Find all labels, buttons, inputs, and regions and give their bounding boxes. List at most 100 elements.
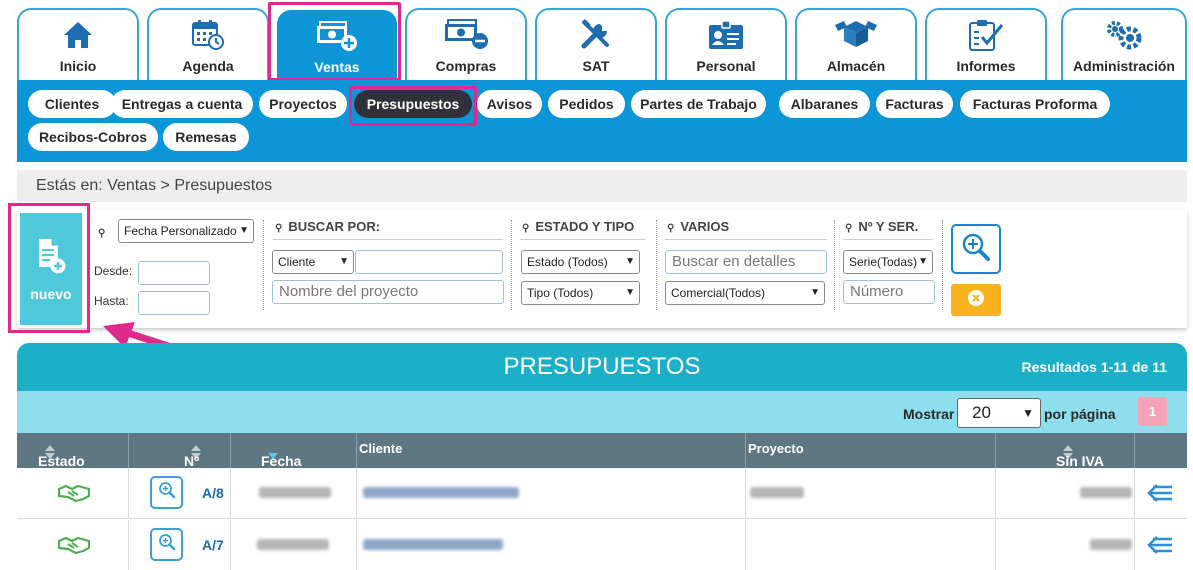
col-sin-iva[interactable]: Sin IVA [995, 433, 1134, 469]
date-range-select[interactable]: Fecha Personalizado ▼ [118, 219, 254, 243]
serie-select[interactable]: Serie(Todas) ▼ [843, 250, 933, 274]
subnav-clientes[interactable]: Clientes [28, 90, 116, 118]
tab-informes-label: Informes [956, 58, 1016, 74]
row-menu-arrow-icon[interactable] [1147, 534, 1173, 561]
row-cliente[interactable] [356, 520, 745, 570]
buscar-por-heading-text: BUSCAR POR: [288, 219, 381, 234]
search-button[interactable] [951, 224, 1001, 274]
filters-panel: nuevo ⚲ Fecha Personalizado ▼ Desde: Hast… [17, 210, 1187, 328]
subnav-albaranes[interactable]: Albaranes [779, 90, 870, 118]
col-actions [1134, 433, 1187, 468]
heading-underline [273, 239, 503, 240]
handshake-icon [57, 483, 91, 508]
col-numero[interactable]: Nº [128, 433, 230, 469]
tab-almacen[interactable]: Almacén [795, 8, 917, 80]
nyser-heading-text: Nº Y SER. [858, 219, 919, 234]
money-plus-icon [315, 20, 359, 58]
clear-filters-button[interactable] [951, 284, 1001, 316]
tab-ventas[interactable]: Ventas [277, 10, 397, 80]
subnav-avisos[interactable]: Avisos [477, 90, 542, 118]
view-button[interactable] [150, 476, 183, 509]
id-card-icon [708, 19, 744, 55]
search-icon: ⚲ [522, 223, 530, 234]
tipo-select-value: Tipo (Todos) [527, 286, 594, 300]
row-cliente[interactable] [356, 468, 745, 519]
buscar-por-heading: ⚲ BUSCAR POR: [275, 219, 380, 234]
desde-label: Desde: [94, 264, 133, 278]
col-estado-label: Estado [38, 453, 85, 469]
tab-personal[interactable]: Personal [665, 8, 787, 80]
heading-underline [843, 239, 933, 240]
per-page-select[interactable]: 20 ▼ [957, 398, 1041, 428]
tab-informes[interactable]: Informes [925, 8, 1047, 80]
serie-select-value: Serie(Todas) [849, 255, 918, 269]
hasta-label: Hasta: [94, 294, 129, 308]
nuevo-label: nuevo [30, 285, 72, 302]
cliente-input[interactable] [355, 250, 503, 274]
table-row[interactable]: A/7 [17, 520, 1187, 570]
estado-select[interactable]: Estado (Todos) ▼ [521, 250, 640, 274]
separator [511, 220, 512, 310]
row-numero[interactable]: A/8 [202, 485, 224, 501]
comercial-select[interactable]: Comercial(Todos) ▼ [665, 281, 825, 305]
nuevo-button[interactable]: nuevo [20, 213, 82, 325]
tab-almacen-label: Almacén [826, 58, 886, 74]
tab-inicio[interactable]: Inicio [17, 8, 139, 80]
subnav-proyectos[interactable]: Proyectos [259, 90, 347, 118]
page-button-1[interactable]: 1 [1138, 397, 1167, 426]
tab-compras[interactable]: Compras [405, 8, 527, 80]
col-proyecto-label: Proyecto [748, 441, 804, 456]
clipboard-check-icon [966, 19, 1006, 56]
subnav-remesas[interactable]: Remesas [163, 123, 249, 151]
estado-select-value: Estado (Todos) [527, 255, 608, 269]
tab-agenda[interactable]: Agenda [147, 8, 269, 80]
tab-sat[interactable]: SAT [535, 8, 657, 80]
subnav-entregas-a-cuenta[interactable]: Entregas a cuenta [111, 90, 253, 118]
date-search-icon: ⚲ [98, 228, 106, 239]
handshake-icon [57, 535, 91, 560]
detalles-input[interactable]: Buscar en detalles [665, 250, 827, 274]
hasta-input[interactable] [138, 291, 210, 315]
subnav-facturas-proforma[interactable]: Facturas Proforma [960, 90, 1110, 118]
per-page-value: 20 [972, 403, 991, 422]
col-estado[interactable]: Estado [17, 433, 128, 469]
money-minus-icon [442, 18, 490, 56]
tab-administracion[interactable]: Administración [1061, 8, 1187, 80]
table-row[interactable]: A/8 [17, 468, 1187, 519]
module-tabs: Inicio Agenda Ventas Compras SAT Persona… [17, 2, 1187, 81]
col-cliente[interactable]: Cliente [356, 433, 745, 468]
tab-personal-label: Personal [696, 58, 756, 74]
row-proyecto [745, 468, 995, 519]
col-proyecto[interactable]: Proyecto [745, 433, 995, 468]
col-cliente-label: Cliente [359, 441, 403, 456]
subnav-recibos-cobros[interactable]: Recibos-Cobros [28, 123, 158, 151]
results-header: PRESUPUESTOS Resultados 1-11 de 11 [17, 343, 1187, 391]
row-fecha [230, 468, 356, 519]
col-fecha[interactable]: Fecha [230, 433, 356, 469]
subnav-facturas[interactable]: Facturas [876, 90, 953, 118]
tab-ventas-label: Ventas [314, 59, 360, 75]
desde-input[interactable] [138, 261, 210, 285]
pagination-bar: Mostrar 20 ▼ por página 1 [17, 391, 1187, 433]
tab-inicio-label: Inicio [59, 58, 97, 74]
proyecto-input[interactable]: Nombre del proyecto [272, 280, 504, 304]
cliente-select[interactable]: Cliente ▼ [272, 250, 354, 274]
numero-input[interactable]: Número [843, 280, 935, 304]
zoom-in-icon [961, 232, 991, 267]
boxes-icon [833, 19, 879, 56]
subnav-presupuestos[interactable]: Presupuestos [354, 90, 472, 118]
row-numero[interactable]: A/7 [202, 537, 224, 553]
varios-heading: ⚲ VARIOS [667, 219, 729, 234]
gears-icon [1104, 20, 1144, 55]
view-button[interactable] [150, 528, 183, 561]
search-icon: ⚲ [845, 223, 853, 234]
comercial-select-value: Comercial(Todos) [671, 286, 766, 300]
separator [656, 220, 657, 310]
search-icon: ⚲ [275, 223, 283, 234]
subnav-pedidos[interactable]: Pedidos [548, 90, 625, 118]
tipo-select[interactable]: Tipo (Todos) ▼ [521, 281, 640, 305]
date-range-select-value: Fecha Personalizado [124, 224, 237, 238]
subnav-partes-de-trabajo[interactable]: Partes de Trabajo [631, 90, 766, 118]
row-menu-arrow-icon[interactable] [1147, 482, 1173, 509]
separator [834, 220, 835, 310]
